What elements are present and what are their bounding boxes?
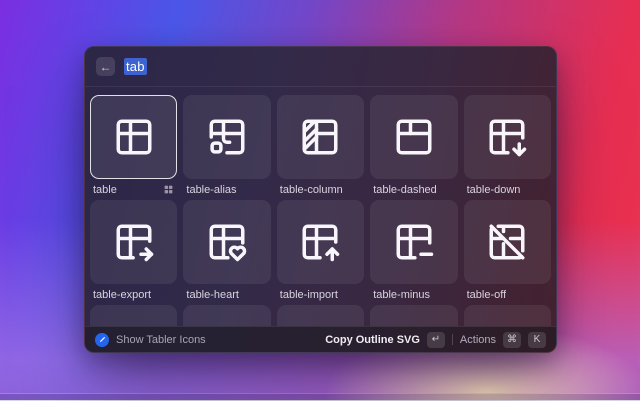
footer-left: Show Tabler Icons xyxy=(95,333,206,347)
table-import-icon xyxy=(299,221,341,263)
grid-item-table[interactable]: table xyxy=(90,95,177,200)
search-input[interactable]: tab xyxy=(124,59,147,74)
item-label-row: table xyxy=(90,179,177,200)
icon-cell[interactable] xyxy=(90,200,177,284)
partial-grid-item[interactable] xyxy=(370,305,457,326)
item-label: table-dashed xyxy=(373,184,437,196)
table-minus-icon xyxy=(393,221,435,263)
grid-item-table-down[interactable]: table-down xyxy=(464,95,551,200)
grid-item-table-alias[interactable]: table-alias xyxy=(183,95,270,200)
item-label-row: table-alias xyxy=(183,179,270,200)
grid-item-table-off[interactable]: table-off xyxy=(464,200,551,305)
grid-item-table-dashed[interactable]: table-dashed xyxy=(370,95,457,200)
item-label: table-down xyxy=(467,184,521,196)
item-label: table xyxy=(93,184,117,196)
tabler-extension-icon xyxy=(95,333,109,347)
grid-indicator-icon xyxy=(163,184,174,195)
enter-key-badge: ↵ xyxy=(427,332,445,348)
actions-button[interactable]: Actions xyxy=(460,334,496,346)
icon-cell[interactable] xyxy=(464,200,551,284)
item-label: table-import xyxy=(280,289,338,301)
item-label: table-minus xyxy=(373,289,430,301)
partial-grid-item[interactable] xyxy=(183,305,270,326)
icon-cell[interactable] xyxy=(370,95,457,179)
item-label: table-alias xyxy=(186,184,236,196)
item-label: table-export xyxy=(93,289,151,301)
item-label-row: table-minus xyxy=(370,284,457,305)
partial-grid-item[interactable] xyxy=(464,305,551,326)
table-dashed-icon xyxy=(393,116,435,158)
item-label: table-off xyxy=(467,289,507,301)
partial-grid-item[interactable] xyxy=(90,305,177,326)
grid-item-table-column[interactable]: table-column xyxy=(277,95,364,200)
footer-bar: Show Tabler Icons Copy Outline SVG ↵ Act… xyxy=(85,326,556,352)
item-label-row: table-off xyxy=(464,284,551,305)
footer-divider xyxy=(452,334,453,345)
back-button[interactable]: ← xyxy=(96,57,115,76)
grid-item-table-minus[interactable]: table-minus xyxy=(370,200,457,305)
item-label-row: table-column xyxy=(277,179,364,200)
table-off-icon xyxy=(486,221,528,263)
back-arrow-icon: ← xyxy=(100,61,112,73)
icon-cell[interactable] xyxy=(277,305,364,326)
icon-cell[interactable] xyxy=(90,305,177,326)
item-label: table-heart xyxy=(186,289,239,301)
icon-cell[interactable] xyxy=(90,95,177,179)
icon-cell[interactable] xyxy=(464,95,551,179)
cmd-key-badge: ⌘ xyxy=(503,332,521,348)
copy-outline-svg-button[interactable]: Copy Outline SVG xyxy=(325,334,420,346)
table-column-icon xyxy=(299,116,341,158)
icon-cell[interactable] xyxy=(464,305,551,326)
extension-name-label: Show Tabler Icons xyxy=(116,334,206,346)
icon-cell[interactable] xyxy=(277,95,364,179)
icon-grid: table table-alias table-column xyxy=(85,87,556,326)
icon-cell[interactable] xyxy=(370,305,457,326)
grid-item-table-heart[interactable]: table-heart xyxy=(183,200,270,305)
icon-cell[interactable] xyxy=(183,200,270,284)
table-icon xyxy=(113,116,155,158)
grid-item-table-import[interactable]: table-import xyxy=(277,200,364,305)
icon-cell[interactable] xyxy=(183,95,270,179)
k-key-badge: K xyxy=(528,332,546,348)
table-down-icon xyxy=(486,116,528,158)
item-label: table-column xyxy=(280,184,343,196)
tabler-icons-search-window: ← tab table table-alias xyxy=(84,46,557,353)
table-export-icon xyxy=(113,221,155,263)
table-alias-icon xyxy=(206,116,248,158)
search-bar: ← tab xyxy=(85,47,556,87)
item-label-row: table-heart xyxy=(183,284,270,305)
partial-grid-item[interactable] xyxy=(277,305,364,326)
icon-cell[interactable] xyxy=(183,305,270,326)
icon-cell[interactable] xyxy=(370,200,457,284)
item-label-row: table-export xyxy=(90,284,177,305)
item-label-row: table-down xyxy=(464,179,551,200)
table-heart-icon xyxy=(206,221,248,263)
grid-item-table-export[interactable]: table-export xyxy=(90,200,177,305)
icon-cell[interactable] xyxy=(277,200,364,284)
item-label-row: table-dashed xyxy=(370,179,457,200)
item-label-row: table-import xyxy=(277,284,364,305)
search-query-selected-text: tab xyxy=(124,58,147,75)
footer-right: Copy Outline SVG ↵ Actions ⌘ K xyxy=(325,332,546,348)
